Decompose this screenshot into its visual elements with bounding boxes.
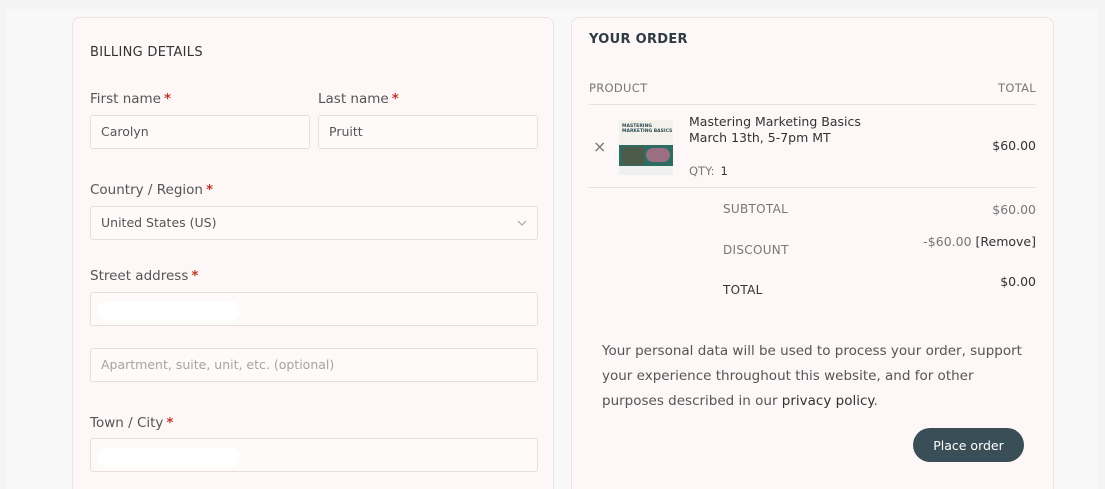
thumbnail-photo <box>622 147 644 165</box>
city-label-text: Town / City <box>90 415 164 431</box>
close-icon[interactable]: × <box>593 137 606 156</box>
product-title: Mastering Marketing Basics <box>689 114 861 129</box>
last-name-label: Last name * <box>318 91 399 107</box>
privacy-policy-link[interactable]: privacy policy <box>782 393 874 409</box>
country-label: Country / Region * <box>90 182 213 198</box>
street-label: Street address * <box>90 268 198 284</box>
order-title: YOUR ORDER <box>589 32 688 47</box>
apartment-field[interactable]: Apartment, suite, unit, etc. (optional) <box>90 348 538 382</box>
total-label: TOTAL <box>723 283 763 297</box>
billing-title: BILLING DETAILS <box>90 45 203 60</box>
first-name-field[interactable]: Carolyn <box>90 115 310 149</box>
discount-label: DISCOUNT <box>723 243 789 257</box>
redacted-value <box>98 301 240 321</box>
subtotal-value: $60.00 <box>992 202 1036 217</box>
divider <box>589 187 1036 188</box>
street-address-field[interactable] <box>90 292 538 326</box>
city-field[interactable] <box>90 438 538 472</box>
last-name-label-text: Last name <box>318 91 389 107</box>
qty-label: QTY: <box>689 164 715 178</box>
your-order-panel: YOUR ORDER PRODUCT TOTAL × MASTERING MAR… <box>571 17 1054 489</box>
country-label-text: Country / Region <box>90 182 203 198</box>
billing-details-panel: BILLING DETAILS First name * Carolyn Last… <box>72 17 554 489</box>
column-product: PRODUCT <box>589 81 648 95</box>
product-quantity: QTY: 1 <box>689 164 728 178</box>
product-thumbnail: MASTERING MARKETING BASICS <box>619 120 673 175</box>
privacy-end: . <box>873 393 878 409</box>
city-label: Town / City * <box>90 415 173 431</box>
chevron-down-icon <box>517 207 527 253</box>
divider <box>589 104 1036 105</box>
discount-value: -$60.00 [Remove] <box>923 234 1036 249</box>
thumbnail-title: MASTERING MARKETING BASICS <box>622 124 673 134</box>
first-name-label: First name * <box>90 91 171 107</box>
required-mark: * <box>191 268 199 284</box>
column-total: TOTAL <box>998 81 1036 95</box>
product-name[interactable]: Mastering Marketing Basics March 13th, 5… <box>689 114 861 146</box>
remove-discount-link[interactable]: [Remove] <box>976 234 1036 249</box>
discount-amount: -$60.00 <box>923 234 972 249</box>
place-order-button[interactable]: Place order <box>913 428 1024 462</box>
last-name-field[interactable]: Pruitt <box>318 115 538 149</box>
product-date: March 13th, 5-7pm MT <box>689 130 831 145</box>
privacy-notice: Your personal data will be used to proce… <box>602 339 1032 414</box>
first-name-label-text: First name <box>90 91 161 107</box>
redacted-value <box>98 447 240 467</box>
required-mark: * <box>205 182 214 198</box>
qty-value: 1 <box>720 164 728 178</box>
subtotal-label: SUBTOTAL <box>723 202 789 216</box>
country-select-value: United States (US) <box>101 215 217 230</box>
total-value: $0.00 <box>1000 274 1036 289</box>
thumbnail-badge <box>646 148 670 162</box>
item-price: $60.00 <box>992 138 1036 153</box>
thumbnail-footer <box>619 166 673 175</box>
country-select[interactable]: United States (US) <box>90 206 538 240</box>
street-label-text: Street address <box>90 268 189 284</box>
required-mark: * <box>164 91 172 107</box>
required-mark: * <box>166 415 174 431</box>
required-mark: * <box>391 91 399 107</box>
